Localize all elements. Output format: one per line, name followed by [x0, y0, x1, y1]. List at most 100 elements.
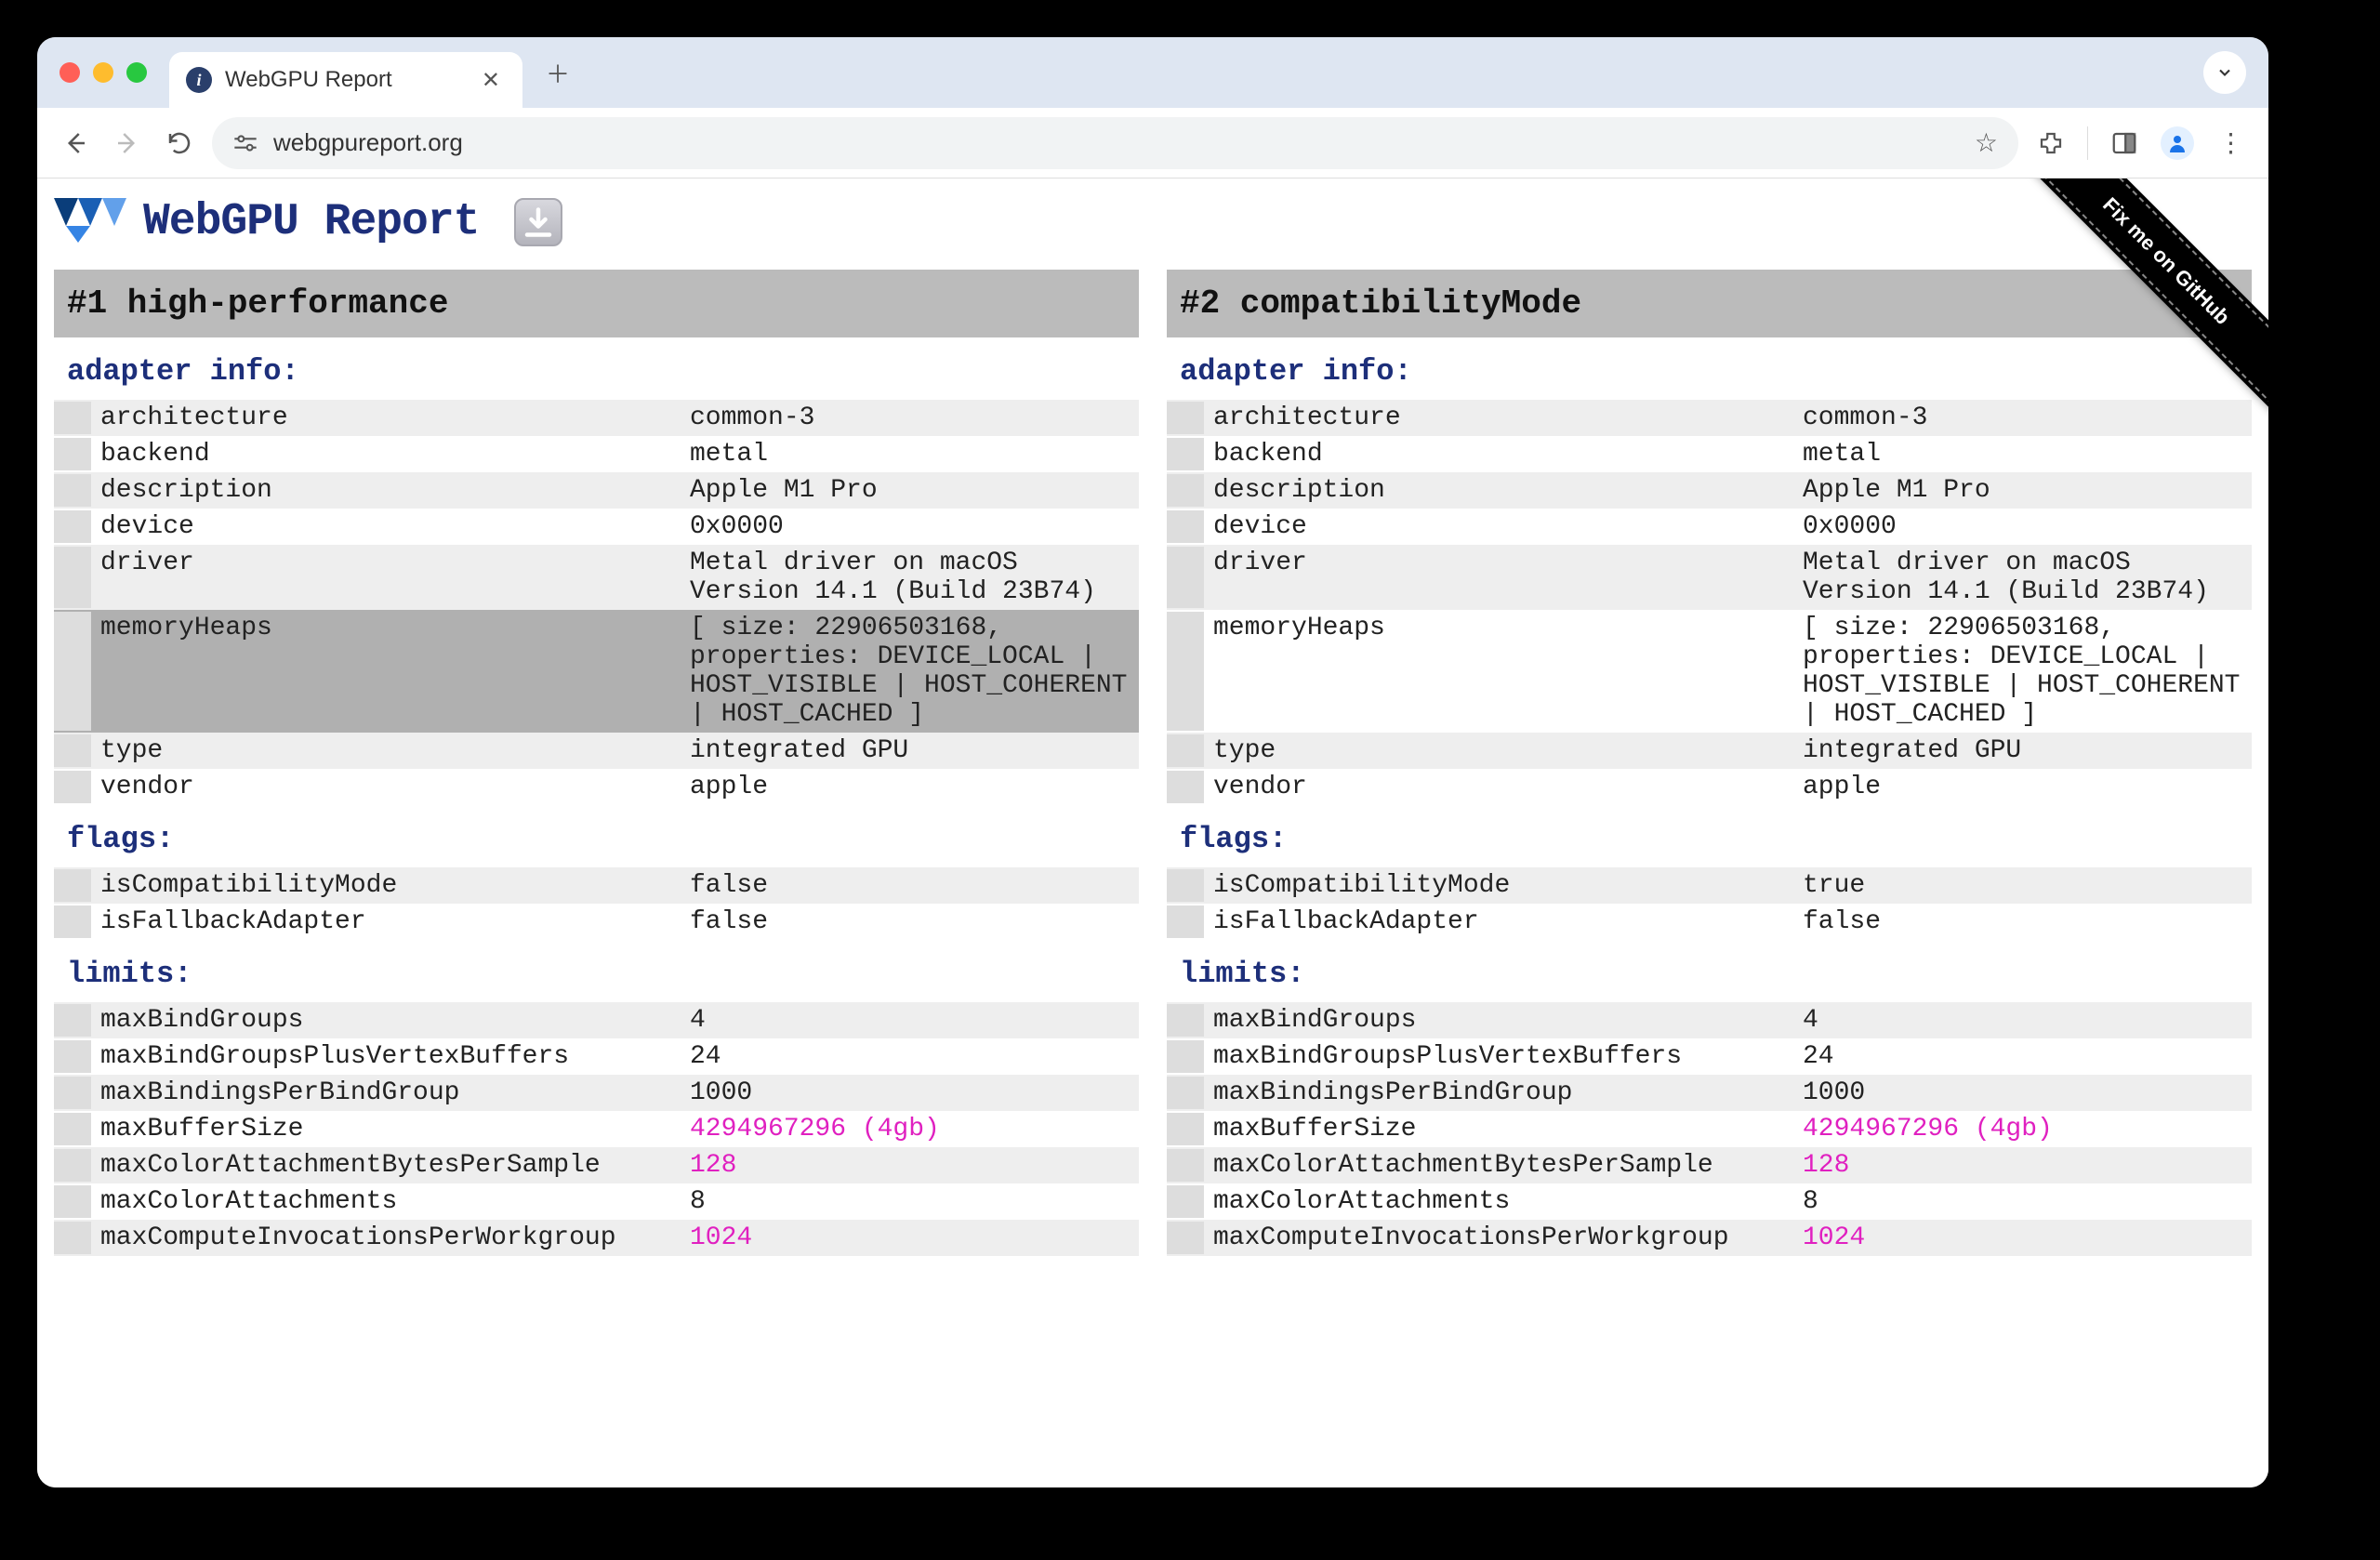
- browser-menu-button[interactable]: ⋮: [2211, 127, 2250, 158]
- row-value: 24: [1799, 1040, 2252, 1073]
- window-close-button[interactable]: [60, 62, 80, 83]
- row-value: 1000: [1799, 1077, 2252, 1109]
- row-indent: [54, 1185, 91, 1218]
- url-text: webgpureport.org: [273, 128, 463, 157]
- row-indent: [1167, 1113, 1204, 1145]
- address-bar: webgpureport.org ☆ ⋮: [37, 108, 2268, 178]
- data-table: maxBindGroups4maxBindGroupsPlusVertexBuf…: [54, 1002, 1139, 1256]
- row-key: maxBindingsPerBindGroup: [91, 1077, 686, 1109]
- row-key: maxBindGroupsPlusVertexBuffers: [91, 1040, 686, 1073]
- page-content: Fix me on GitHub WebGPU Report #1 high-p…: [37, 178, 2268, 1487]
- browser-tab[interactable]: i WebGPU Report ✕: [169, 52, 522, 108]
- data-table: isCompatibilityModetrueisFallbackAdapter…: [1167, 867, 2252, 940]
- row-key: description: [91, 474, 686, 507]
- panel: #1 high-performanceadapter info:architec…: [54, 270, 1139, 1256]
- row-key: maxColorAttachments: [1204, 1185, 1799, 1218]
- row-indent: [1167, 402, 1204, 434]
- row-value: [ size: 22906503168, properties: DEVICE_…: [1799, 612, 2252, 731]
- row-key: backend: [91, 438, 686, 470]
- table-row: typeintegrated GPU: [54, 733, 1139, 769]
- row-value: 4294967296 (4gb): [1799, 1113, 2252, 1145]
- row-value: Apple M1 Pro: [686, 474, 1139, 507]
- tab-close-button[interactable]: ✕: [482, 67, 500, 94]
- row-indent: [54, 612, 91, 731]
- row-indent: [54, 1004, 91, 1037]
- page-title: WebGPU Report: [143, 197, 479, 247]
- section-title: limits:: [54, 940, 1139, 1002]
- row-value: false: [1799, 906, 2252, 938]
- row-value: 4294967296 (4gb): [686, 1113, 1139, 1145]
- table-row: isFallbackAdapterfalse: [54, 904, 1139, 940]
- row-value: apple: [686, 771, 1139, 803]
- page-header: WebGPU Report: [37, 178, 2268, 270]
- table-row: maxBindingsPerBindGroup1000: [1167, 1075, 2252, 1111]
- row-key: maxBindGroups: [1204, 1004, 1799, 1037]
- row-indent: [54, 1149, 91, 1182]
- table-row: maxComputeInvocationsPerWorkgroup1024: [1167, 1220, 2252, 1256]
- row-key: maxBindGroups: [91, 1004, 686, 1037]
- section-title: limits:: [1167, 940, 2252, 1002]
- panel-title: #1 high-performance: [54, 270, 1139, 337]
- row-indent: [54, 1077, 91, 1109]
- table-row: driverMetal driver on macOS Version 14.1…: [54, 545, 1139, 610]
- nav-forward-button[interactable]: [108, 124, 147, 163]
- row-value: false: [686, 906, 1139, 938]
- table-row: device0x0000: [1167, 509, 2252, 545]
- toolbar-divider: [2087, 126, 2088, 160]
- section-title: adapter info:: [54, 337, 1139, 400]
- nav-back-button[interactable]: [56, 124, 95, 163]
- table-row: maxBindGroupsPlusVertexBuffers24: [54, 1038, 1139, 1075]
- table-row: maxBindingsPerBindGroup1000: [54, 1075, 1139, 1111]
- table-row: isFallbackAdapterfalse: [1167, 904, 2252, 940]
- row-value: 0x0000: [1799, 510, 2252, 543]
- site-settings-icon[interactable]: [232, 133, 258, 153]
- section-title: flags:: [1167, 805, 2252, 867]
- row-value: true: [1799, 869, 2252, 902]
- table-row: vendorapple: [54, 769, 1139, 805]
- row-key: maxColorAttachmentBytesPerSample: [1204, 1149, 1799, 1182]
- row-value: apple: [1799, 771, 2252, 803]
- row-value: 8: [1799, 1185, 2252, 1218]
- row-value: false: [686, 869, 1139, 902]
- row-indent: [1167, 474, 1204, 507]
- window-minimize-button[interactable]: [93, 62, 113, 83]
- row-key: driver: [1204, 547, 1799, 608]
- panels-container: #1 high-performanceadapter info:architec…: [37, 270, 2268, 1256]
- row-indent: [1167, 1077, 1204, 1109]
- profile-avatar-icon[interactable]: [2161, 126, 2194, 160]
- nav-reload-button[interactable]: [160, 124, 199, 163]
- table-row: descriptionApple M1 Pro: [54, 472, 1139, 509]
- row-key: maxBufferSize: [1204, 1113, 1799, 1145]
- row-indent: [54, 402, 91, 434]
- row-key: maxBindingsPerBindGroup: [1204, 1077, 1799, 1109]
- bookmark-star-icon[interactable]: ☆: [1975, 127, 1998, 158]
- row-value: [ size: 22906503168, properties: DEVICE_…: [686, 612, 1139, 731]
- table-row: memoryHeaps[ size: 22906503168, properti…: [54, 610, 1139, 733]
- row-key: maxColorAttachments: [91, 1185, 686, 1218]
- github-ribbon-link[interactable]: Fix me on GitHub: [2016, 178, 2268, 412]
- browser-window: i WebGPU Report ✕ ＋ webgpureport.org: [37, 37, 2268, 1487]
- row-key: device: [91, 510, 686, 543]
- row-value: integrated GPU: [1799, 734, 2252, 767]
- table-row: maxBindGroupsPlusVertexBuffers24: [1167, 1038, 2252, 1075]
- side-panel-icon[interactable]: [2105, 124, 2144, 163]
- row-key: architecture: [1204, 402, 1799, 434]
- row-key: architecture: [91, 402, 686, 434]
- row-indent: [1167, 869, 1204, 902]
- tab-overflow-button[interactable]: [2203, 51, 2246, 94]
- window-controls: [60, 62, 147, 83]
- table-row: typeintegrated GPU: [1167, 733, 2252, 769]
- row-key: driver: [91, 547, 686, 608]
- window-maximize-button[interactable]: [126, 62, 147, 83]
- extensions-icon[interactable]: [2031, 124, 2070, 163]
- download-button[interactable]: [514, 198, 562, 246]
- row-indent: [1167, 1040, 1204, 1073]
- url-box[interactable]: webgpureport.org ☆: [212, 117, 2018, 169]
- new-tab-button[interactable]: ＋: [539, 54, 576, 91]
- row-key: isCompatibilityMode: [1204, 869, 1799, 902]
- table-row: descriptionApple M1 Pro: [1167, 472, 2252, 509]
- table-row: maxColorAttachments8: [1167, 1183, 2252, 1220]
- data-table: architecturecommon-3backendmetaldescript…: [1167, 400, 2252, 805]
- tab-title: WebGPU Report: [225, 67, 392, 93]
- row-indent: [54, 1113, 91, 1145]
